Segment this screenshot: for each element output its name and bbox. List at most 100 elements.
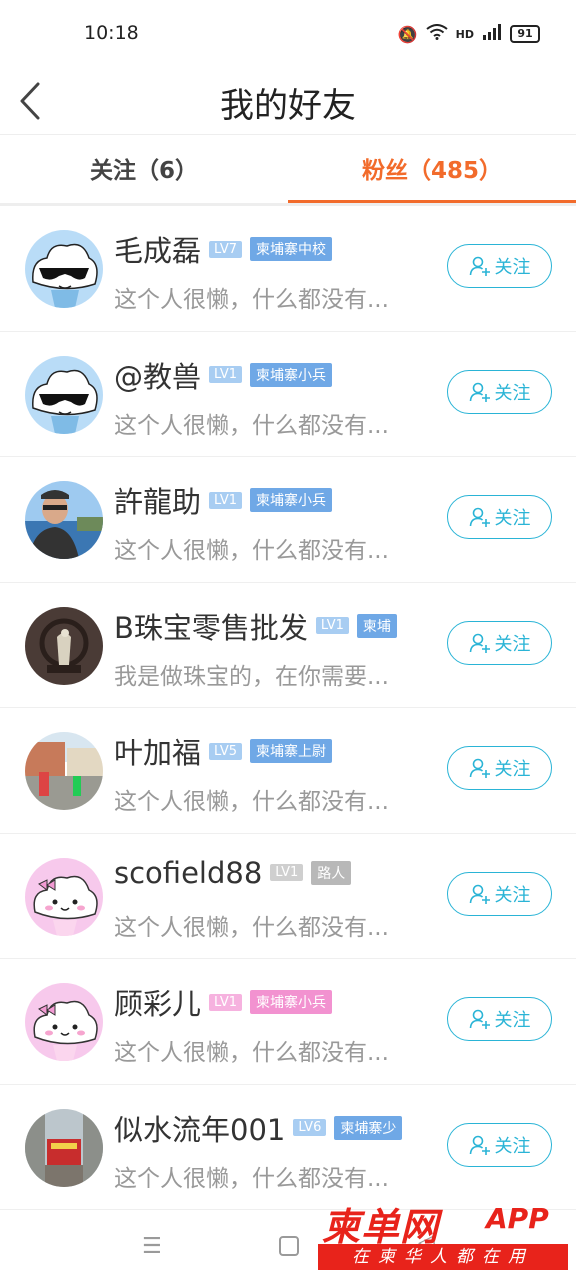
rank-badge: 柬埔 [356, 613, 397, 638]
rank-badge: 柬埔寨小兵 [250, 488, 332, 512]
rank-badge: 柬埔寨少 [334, 1115, 403, 1140]
fan-row[interactable]: 毛成磊 LV7 柬埔寨中校这个人很懒，什么都没有... 关注 [0, 206, 576, 332]
name-line: scofield88 LV1 路人 [114, 856, 352, 890]
follow-button-label: 关注 [494, 633, 531, 655]
status-icons: 🔕 HD 91 [398, 24, 540, 44]
name-line: 顾彩儿 LV1 柬埔寨小兵 [114, 981, 332, 1023]
header: 我的好友 [0, 70, 576, 135]
fan-row[interactable]: @教兽 LV1 柬埔寨小兵这个人很懒，什么都没有... 关注 [0, 332, 576, 457]
fans-list: 毛成磊 LV7 柬埔寨中校 这个人很懒，什么都没有... 关注 @教兽 LV1 柬埔寨小兵 这个… [0, 206, 576, 1210]
follow-button[interactable]: 关注 [447, 244, 552, 288]
avatar[interactable] [25, 230, 103, 308]
fan-name[interactable]: B珠宝零售批发 [114, 605, 308, 647]
follow-button[interactable]: 关注 [447, 871, 552, 916]
follow-button[interactable]: 关注 [447, 1122, 552, 1167]
level-badge: LV1 [209, 366, 242, 383]
name-line: @教兽 LV1 柬埔寨小兵 [114, 354, 332, 396]
fan-name[interactable]: 叶加福 [114, 730, 201, 772]
rank-badge: 柬埔寨小兵 [250, 990, 332, 1014]
fan-row[interactable]: 似水流年001 LV6 柬埔寨少这个人很懒，什么都没有... 关注 [0, 1085, 576, 1210]
follow-button-label: 关注 [494, 1135, 531, 1157]
add-user-icon [469, 1135, 490, 1155]
name-line: 毛成磊 LV7 柬埔寨中校 [114, 228, 332, 270]
level-badge: LV6 [293, 1119, 327, 1136]
follow-button[interactable]: 关注 [447, 746, 552, 790]
name-line: 叶加福 LV5 柬埔寨上尉 [114, 730, 332, 772]
add-user-icon [469, 1009, 490, 1029]
follow-button-label: 关注 [494, 382, 531, 404]
follow-button[interactable]: 关注 [447, 620, 552, 665]
level-badge: LV7 [209, 240, 242, 258]
avatar[interactable] [25, 606, 103, 685]
home-icon[interactable] [279, 1236, 299, 1256]
fan-row[interactable]: scofield88 LV1 路人这个人很懒，什么都没有... 关注 [0, 834, 576, 959]
avatar[interactable] [25, 983, 103, 1061]
watermark-app: APP [486, 1202, 549, 1235]
mute-vibrate-icon: 🔕 [397, 24, 418, 44]
level-badge: LV5 [209, 742, 242, 760]
level-badge: LV1 [209, 491, 242, 509]
wifi-icon [426, 24, 448, 44]
follow-button[interactable]: 关注 [447, 369, 552, 414]
tab-bar: 关注（6） 粉丝（485） [0, 135, 576, 203]
fan-bio: 这个人很懒，什么都没有... [114, 412, 389, 439]
avatar[interactable] [25, 1108, 103, 1187]
add-user-icon [469, 507, 490, 527]
fan-name[interactable]: @教兽 [114, 354, 201, 396]
status-bar: 10:18 🔕 HD 91 [0, 0, 576, 70]
follow-button-label: 关注 [494, 759, 531, 780]
name-line: 許龍助 LV1 柬埔寨小兵 [114, 479, 332, 521]
menu-icon[interactable]: ☰ [142, 1234, 162, 1259]
avatar[interactable] [25, 732, 103, 810]
fan-name[interactable]: 許龍助 [114, 479, 201, 521]
page-title: 我的好友 [220, 86, 356, 126]
fan-bio: 这个人很懒，什么都没有... [114, 287, 389, 313]
fan-row[interactable]: 叶加福 LV5 柬埔寨上尉这个人很懒，什么都没有... 关注 [0, 708, 576, 834]
add-user-icon [469, 382, 490, 402]
fan-name[interactable]: 似水流年001 [114, 1107, 285, 1149]
hd-icon: HD [455, 27, 474, 41]
follow-button[interactable]: 关注 [447, 997, 552, 1041]
name-line: B珠宝零售批发 LV1 柬埔 [114, 605, 397, 647]
avatar[interactable] [25, 355, 103, 434]
tab-fans[interactable]: 粉丝（485） [288, 135, 576, 203]
rank-badge: 柬埔寨中校 [250, 237, 332, 261]
follow-button[interactable]: 关注 [447, 495, 552, 539]
fan-bio: 我是做珠宝的，在你需要... [114, 663, 389, 690]
fan-bio: 这个人很懒，什么都没有... [114, 538, 389, 564]
fan-row[interactable]: B珠宝零售批发 LV1 柬埔我是做珠宝的，在你需要... 关注 [0, 583, 576, 708]
battery-icon: 91 [510, 25, 540, 43]
add-user-icon [469, 884, 490, 904]
watermark-slogan: 在柬华人都在用 [318, 1244, 568, 1270]
avatar[interactable] [25, 857, 103, 936]
fan-name[interactable]: 顾彩儿 [114, 981, 201, 1023]
fan-bio: 这个人很懒，什么都没有... [114, 1040, 389, 1066]
add-user-icon [469, 758, 490, 778]
fan-row[interactable]: 許龍助 LV1 柬埔寨小兵这个人很懒，什么都没有... 关注 [0, 457, 576, 583]
add-user-icon [469, 256, 490, 276]
watermark: 柬单网 APP 在柬华人都在用 [318, 1196, 572, 1276]
fan-bio: 这个人很懒，什么都没有... [114, 1165, 389, 1192]
follow-button-label: 关注 [494, 257, 531, 278]
rank-badge: 柬埔寨小兵 [250, 362, 332, 387]
fan-bio: 这个人很懒，什么都没有... [114, 789, 389, 815]
tab-following[interactable]: 关注（6） [0, 135, 288, 203]
follow-button-label: 关注 [494, 508, 531, 529]
status-time: 10:18 [84, 22, 139, 44]
level-badge: LV1 [315, 617, 349, 634]
watermark-logo: 柬单网 [322, 1205, 440, 1249]
fan-row[interactable]: 顾彩儿 LV1 柬埔寨小兵这个人很懒，什么都没有... 关注 [0, 959, 576, 1085]
add-user-icon [469, 633, 490, 653]
signal-icon [482, 24, 502, 44]
rank-badge: 路人 [311, 860, 352, 885]
fan-name[interactable]: scofield88 [114, 856, 262, 890]
level-badge: LV1 [209, 993, 242, 1011]
fan-bio: 这个人很懒，什么都没有... [114, 914, 389, 941]
follow-button-label: 关注 [494, 884, 531, 906]
rank-badge: 柬埔寨上尉 [250, 739, 332, 763]
name-line: 似水流年001 LV6 柬埔寨少 [114, 1107, 403, 1149]
follow-button-label: 关注 [494, 1010, 531, 1031]
level-badge: LV1 [270, 864, 304, 881]
avatar[interactable] [25, 481, 103, 559]
fan-name[interactable]: 毛成磊 [114, 228, 201, 270]
